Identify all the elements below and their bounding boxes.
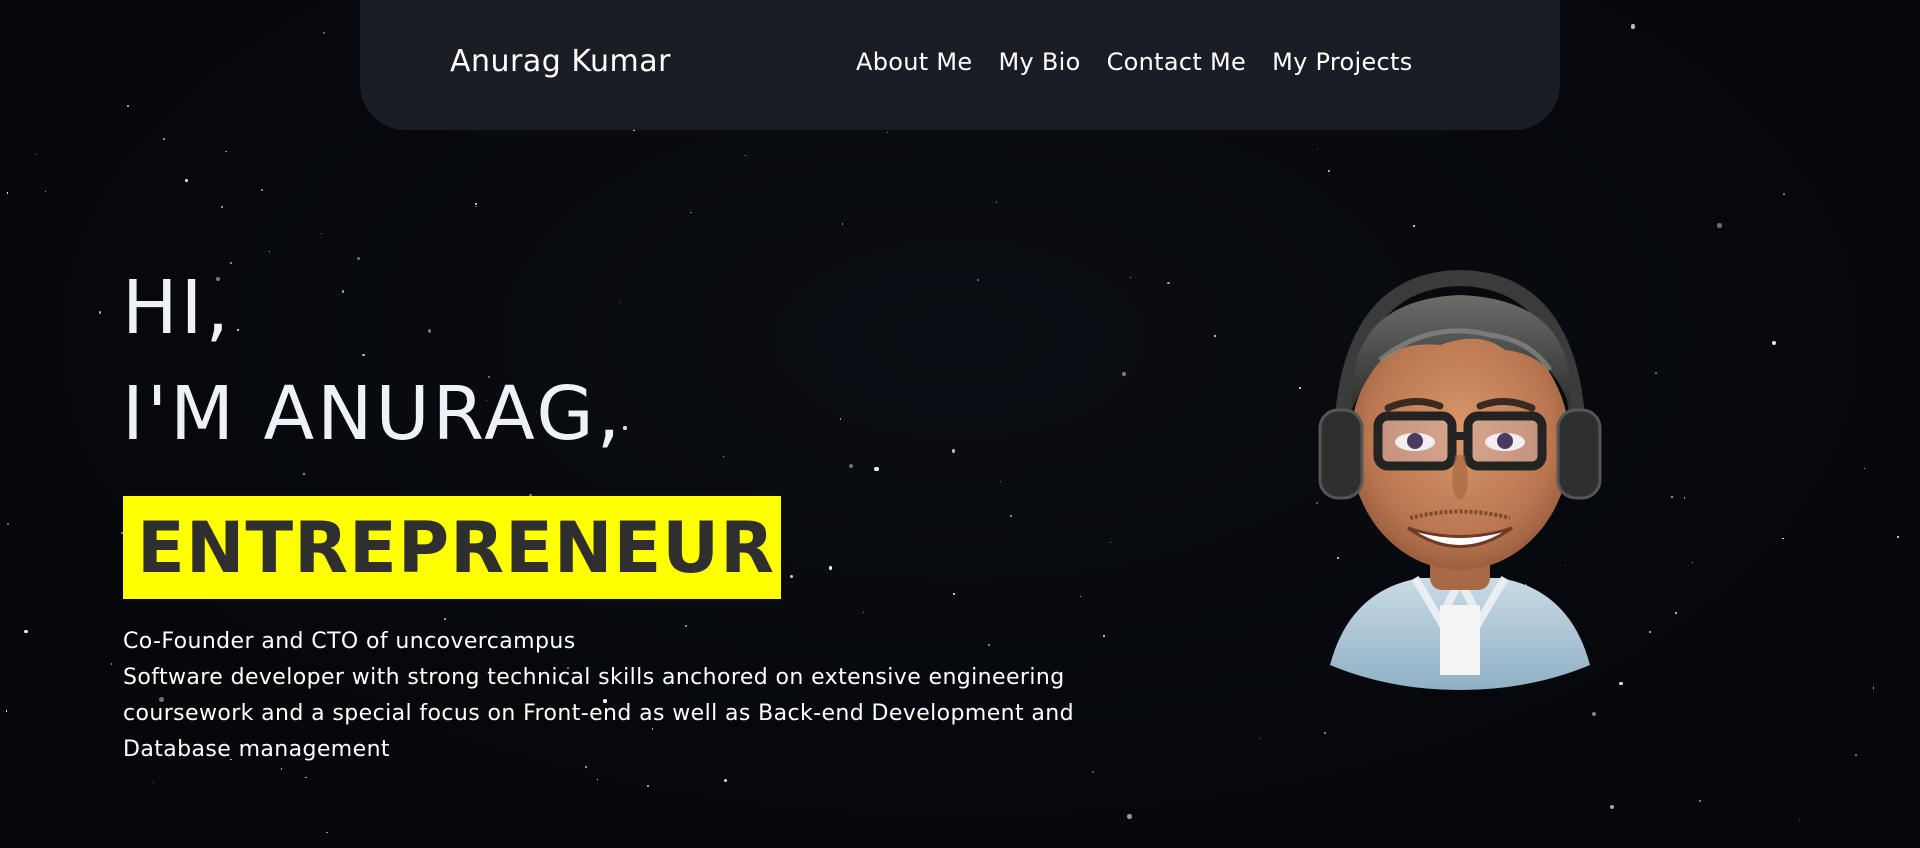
- bio-text: Co-Founder and CTO of uncovercampus Soft…: [123, 624, 1083, 768]
- star: [221, 205, 224, 208]
- star: [1010, 514, 1012, 517]
- star: [623, 426, 627, 430]
- star: [1610, 805, 1615, 810]
- star: [44, 191, 46, 193]
- star: [745, 155, 747, 157]
- star: [268, 250, 270, 252]
- star: [185, 179, 188, 182]
- star: [225, 151, 227, 153]
- star: [1699, 800, 1702, 803]
- star: [841, 222, 844, 225]
- star: [1854, 754, 1858, 757]
- star: [1323, 732, 1327, 735]
- star: [280, 767, 283, 770]
- star: [953, 593, 956, 595]
- star: [1259, 737, 1262, 740]
- star: [1782, 193, 1786, 196]
- star: [260, 188, 263, 191]
- star: [34, 154, 36, 156]
- star: [722, 455, 725, 458]
- star: [326, 831, 328, 834]
- role-text: ENTREPRENEUR: [137, 507, 776, 589]
- star: [874, 467, 879, 472]
- star: [1412, 225, 1415, 228]
- star: [1896, 536, 1899, 538]
- greeting-line-name: I'M ANURAG,: [122, 371, 624, 457]
- star: [995, 201, 997, 203]
- greeting-line-hi: HI,: [122, 265, 232, 351]
- star: [1863, 468, 1865, 470]
- star: [1080, 595, 1082, 597]
- star: [977, 279, 979, 281]
- star: [828, 565, 833, 570]
- star: [162, 137, 165, 140]
- star: [99, 311, 102, 314]
- hero-greeting: HI, I'M ANURAG,: [122, 255, 623, 467]
- star: [1102, 634, 1105, 637]
- star: [1872, 687, 1875, 689]
- star: [1109, 541, 1111, 543]
- brand-name[interactable]: Anurag Kumar: [450, 44, 671, 79]
- star: [723, 778, 728, 782]
- star: [1122, 372, 1127, 377]
- star: [302, 472, 305, 475]
- navbar: Anurag Kumar About Me My Bio Contact Me …: [360, 0, 1560, 130]
- star: [1167, 281, 1170, 285]
- star: [1630, 24, 1636, 29]
- star: [1213, 334, 1217, 337]
- star: [1671, 495, 1674, 498]
- star: [1092, 771, 1095, 774]
- nav-link-about-me[interactable]: About Me: [856, 48, 972, 76]
- star: [5, 710, 7, 712]
- star: [596, 778, 599, 780]
- nav-link-my-projects[interactable]: My Projects: [1272, 48, 1412, 76]
- star: [1655, 372, 1657, 375]
- star: [1648, 630, 1651, 634]
- star: [1799, 818, 1801, 820]
- star: [999, 480, 1002, 482]
- bio-line-description: Software developer with strong technical…: [123, 665, 1074, 762]
- star: [475, 202, 478, 205]
- star: [152, 781, 155, 784]
- star: [886, 132, 888, 134]
- nav-link-my-bio[interactable]: My Bio: [998, 48, 1080, 76]
- star: [1771, 340, 1777, 346]
- nav-link-contact-me[interactable]: Contact Me: [1107, 48, 1246, 76]
- bio-line-role: Co-Founder and CTO of uncovercampus: [123, 629, 576, 654]
- star: [690, 211, 692, 213]
- star: [839, 418, 842, 420]
- star: [323, 31, 326, 34]
- star: [475, 205, 477, 208]
- star: [1327, 170, 1331, 173]
- avatar-icon: [1318, 269, 1602, 690]
- star: [1127, 814, 1132, 819]
- star: [1683, 497, 1686, 499]
- star: [6, 191, 9, 194]
- star: [863, 611, 865, 613]
- nav-links: About Me My Bio Contact Me My Projects: [856, 48, 1413, 76]
- role-highlight-box: ENTREPRENEUR: [123, 496, 781, 599]
- star: [848, 463, 853, 468]
- star: [7, 522, 9, 525]
- star: [1691, 561, 1694, 564]
- star: [1129, 276, 1131, 278]
- star: [444, 618, 446, 620]
- star: [320, 232, 322, 234]
- star: [951, 449, 956, 453]
- star: [110, 663, 113, 665]
- star: [1591, 711, 1596, 716]
- star: [789, 574, 793, 578]
- star: [647, 785, 650, 788]
- star: [1782, 537, 1784, 540]
- star: [1316, 149, 1318, 151]
- star: [305, 776, 307, 779]
- page: Anurag Kumar About Me My Bio Contact Me …: [0, 0, 1920, 848]
- star: [1717, 223, 1722, 228]
- star: [1675, 612, 1677, 614]
- star: [127, 105, 129, 108]
- star: [24, 629, 28, 634]
